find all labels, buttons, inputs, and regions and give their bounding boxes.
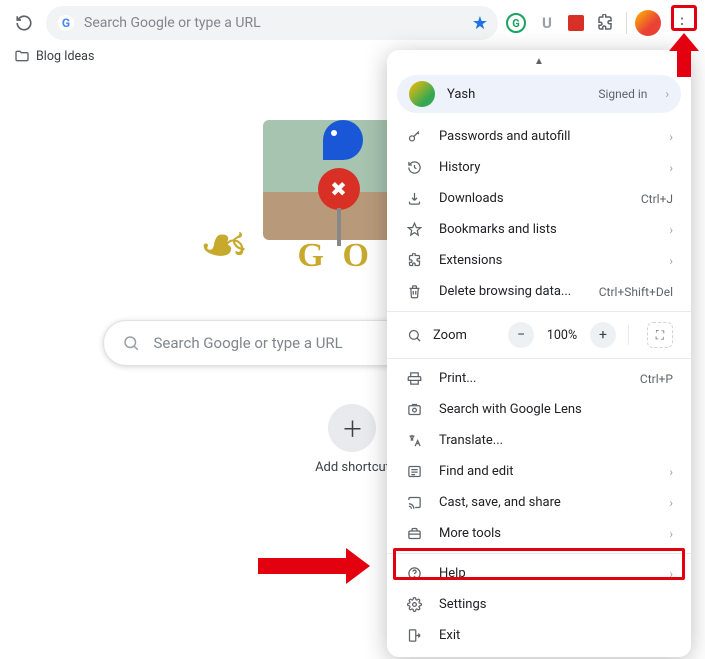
chevron-right-icon: › (669, 254, 673, 268)
menu-item-exit[interactable]: Exit (387, 620, 691, 651)
menu-item-label: Exit (439, 628, 673, 643)
menu-item-label: Passwords and autofill (439, 129, 653, 144)
doodle-sign-icon: ✖ (318, 168, 360, 210)
download-icon (407, 191, 423, 206)
menu-item-bookmarks-and-lists[interactable]: Bookmarks and lists › (387, 214, 691, 245)
gear-icon (407, 597, 423, 612)
menu-item-search-with-google-lens[interactable]: Search with Google Lens (387, 394, 691, 425)
key-icon (407, 129, 423, 144)
menu-item-cast-save-and-share[interactable]: Cast, save, and share › (387, 487, 691, 518)
menu-item-settings[interactable]: Settings (387, 589, 691, 620)
exit-icon (407, 628, 423, 643)
menu-section-b: Print... Ctrl+P Search with Google Lens Tra… (387, 363, 691, 549)
add-shortcut-tile[interactable]: ＋ Add shortcut (315, 404, 390, 475)
lens-icon (407, 402, 423, 417)
chevron-right-icon: › (669, 496, 673, 510)
kebab-menu-button[interactable]: ⋮ (669, 10, 695, 36)
menu-item-label: Find and edit (439, 464, 653, 479)
menu-item-find-and-edit[interactable]: Find and edit › (387, 456, 691, 487)
chrome-menu: ▲ Yash Signed in › Passwords and autofil… (387, 50, 691, 657)
ntp-search-placeholder: Search Google or type a URL (154, 334, 343, 352)
folder-icon (14, 48, 30, 64)
menu-item-label: Delete browsing data... (439, 284, 583, 299)
annotation-arrow-right (258, 548, 378, 584)
bookmark-item[interactable]: Blog Ideas (36, 49, 94, 64)
bookmark-star-icon[interactable]: ★ (472, 13, 488, 34)
plus-icon: ＋ (341, 412, 363, 444)
zoom-icon (407, 328, 423, 343)
menu-item-extensions[interactable]: Extensions › (387, 245, 691, 276)
zoom-label: Zoom (433, 328, 498, 343)
menu-profile-avatar (409, 81, 435, 107)
menu-item-history[interactable]: History › (387, 152, 691, 183)
cast-icon (407, 495, 423, 510)
browser-toolbar: G Search Google or type a URL ★ G U ⋮ (0, 0, 705, 44)
menu-item-label: Downloads (439, 191, 625, 206)
doodle-bird-icon (323, 120, 363, 160)
menu-item-shortcut: Ctrl+J (641, 192, 673, 206)
translate-icon (407, 433, 423, 448)
extension-red-icon[interactable] (568, 15, 584, 31)
menu-item-label: Search with Google Lens (439, 402, 673, 417)
extensions-icon[interactable] (592, 10, 618, 36)
zoom-value: 100% (544, 328, 580, 343)
chevron-right-icon: › (669, 161, 673, 175)
menu-item-print[interactable]: Print... Ctrl+P (387, 363, 691, 394)
toolbox-icon (407, 526, 423, 541)
zoom-in-button[interactable]: + (590, 322, 616, 348)
omnibox-placeholder: Search Google or type a URL (84, 15, 462, 31)
menu-item-more-tools[interactable]: More tools › (387, 518, 691, 549)
menu-section-c: Help › Settings Exit (387, 558, 691, 651)
google-favicon: G (58, 15, 74, 31)
menu-item-label: Settings (439, 597, 673, 612)
menu-section-a: Passwords and autofill › History › Downloads… (387, 121, 691, 307)
menu-item-passwords-and-autofill[interactable]: Passwords and autofill › (387, 121, 691, 152)
puzzle-icon (407, 253, 423, 268)
menu-item-delete-browsing-data[interactable]: Delete browsing data... Ctrl+Shift+Del (387, 276, 691, 307)
menu-item-shortcut: Ctrl+Shift+Del (599, 285, 673, 299)
menu-item-label: History (439, 160, 653, 175)
extension-u-icon[interactable]: U (534, 10, 560, 36)
menu-caret-icon: ▲ (387, 54, 691, 71)
extension-grammarly-icon[interactable]: G (506, 13, 526, 33)
menu-zoom-row: Zoom − 100% + ⛶ (387, 316, 691, 354)
menu-item-label: Translate... (439, 433, 673, 448)
history-icon (407, 160, 423, 175)
zoom-out-button[interactable]: − (508, 322, 534, 348)
add-shortcut-label: Add shortcut (315, 460, 390, 475)
menu-item-label: Help (439, 566, 653, 581)
search-icon (122, 334, 140, 352)
chevron-right-icon: › (665, 87, 669, 101)
menu-item-translate[interactable]: Translate... (387, 425, 691, 456)
zoom-separator (628, 325, 629, 345)
profile-avatar[interactable] (635, 10, 661, 36)
menu-item-label: Bookmarks and lists (439, 222, 653, 237)
fullscreen-button[interactable]: ⛶ (647, 322, 673, 348)
menu-item-downloads[interactable]: Downloads Ctrl+J (387, 183, 691, 214)
menu-item-help[interactable]: Help › (387, 558, 691, 589)
menu-item-shortcut: Ctrl+P (640, 372, 673, 386)
star-icon (407, 222, 423, 237)
omnibox[interactable]: G Search Google or type a URL ★ (46, 6, 498, 40)
chevron-right-icon: › (669, 223, 673, 237)
toolbar-separator (626, 12, 627, 34)
find-icon (407, 464, 423, 479)
menu-profile-status: Signed in (598, 87, 647, 101)
chevron-right-icon: › (669, 567, 673, 581)
print-icon (407, 371, 423, 386)
menu-item-label: More tools (439, 526, 653, 541)
menu-item-label: Extensions (439, 253, 653, 268)
chevron-right-icon: › (669, 130, 673, 144)
reload-button[interactable] (10, 9, 38, 37)
menu-item-label: Cast, save, and share (439, 495, 653, 510)
trash-icon (407, 284, 423, 299)
menu-item-label: Print... (439, 371, 624, 386)
menu-profile-name: Yash (447, 87, 586, 102)
chevron-right-icon: › (669, 465, 673, 479)
chevron-right-icon: › (669, 527, 673, 541)
menu-profile-row[interactable]: Yash Signed in › (397, 75, 681, 113)
help-icon (407, 566, 423, 581)
